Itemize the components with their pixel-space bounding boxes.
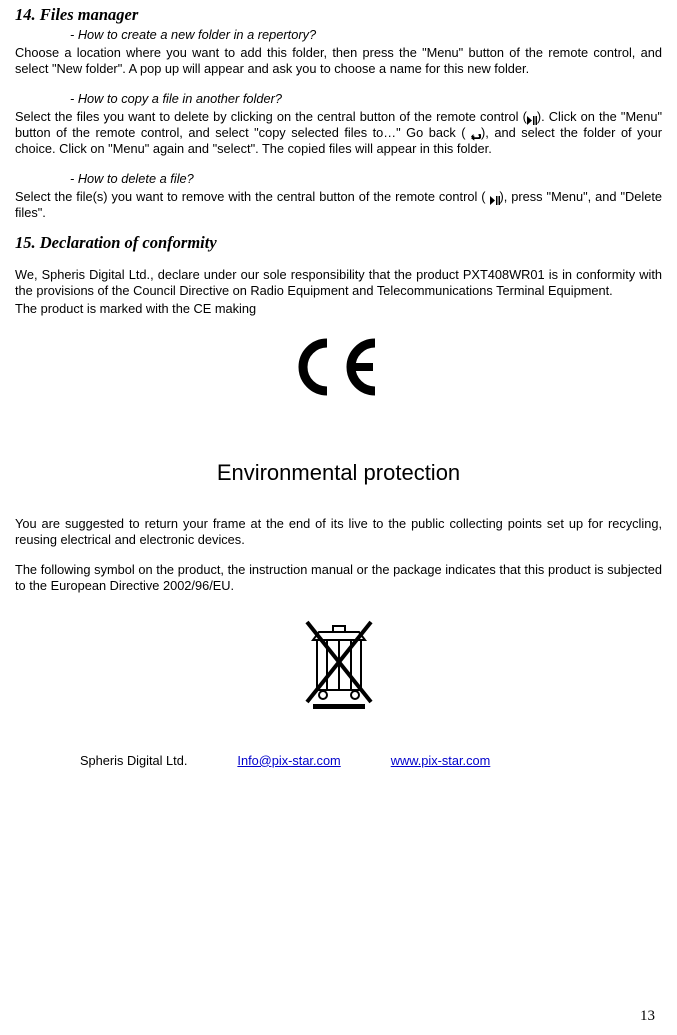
footer-company: Spheris Digital Ltd.: [80, 753, 187, 768]
a2-pre: Select the files you want to delete by c…: [15, 109, 527, 124]
env-p2: The following symbol on the product, the…: [15, 562, 662, 594]
q2: - How to copy a file in another folder?: [15, 91, 662, 107]
a3-pre: Select the file(s) you want to remove wi…: [15, 189, 486, 204]
section-15-title: 15. Declaration of conformity: [15, 233, 662, 253]
footer-website-link[interactable]: www.pix-star.com: [391, 753, 491, 768]
footer: Spheris Digital Ltd. Info@pix-star.com w…: [15, 753, 662, 768]
s15-p1: We, Spheris Digital Ltd., declare under …: [15, 267, 662, 299]
footer-email-link[interactable]: Info@pix-star.com: [237, 753, 340, 768]
page-number: 13: [640, 1008, 655, 1025]
a1: Choose a location where you want to add …: [15, 45, 662, 77]
a3: Select the file(s) you want to remove wi…: [15, 189, 662, 221]
back-arrow-icon: [471, 129, 481, 138]
play-pause-icon: [527, 113, 537, 122]
play-pause-icon: [490, 193, 500, 202]
q3: - How to delete a file?: [15, 171, 662, 187]
weee-bin-icon: [15, 610, 662, 713]
ce-mark-icon: [15, 337, 662, 400]
a2: Select the files you want to delete by c…: [15, 109, 662, 157]
env-p1: You are suggested to return your frame a…: [15, 516, 662, 548]
s15-p2: The product is marked with the CE making: [15, 301, 662, 317]
q1: - How to create a new folder in a repert…: [15, 27, 662, 43]
env-title: Environmental protection: [15, 460, 662, 486]
section-14-title: 14. Files manager: [15, 5, 662, 25]
